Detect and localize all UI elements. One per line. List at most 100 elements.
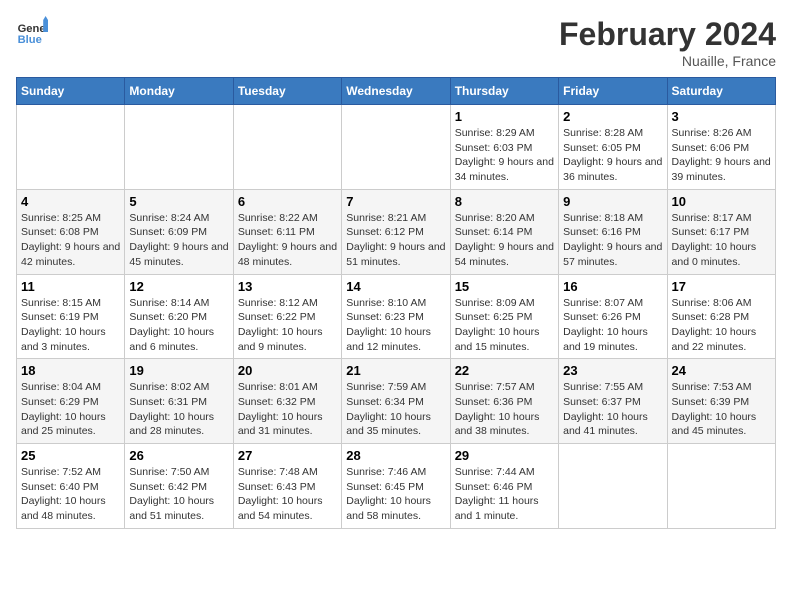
day-number: 10: [672, 194, 771, 209]
day-info: Sunrise: 8:20 AM Sunset: 6:14 PM Dayligh…: [455, 211, 554, 270]
day-info: Sunrise: 8:15 AM Sunset: 6:19 PM Dayligh…: [21, 296, 120, 355]
day-number: 29: [455, 448, 554, 463]
calendar-cell: 14Sunrise: 8:10 AM Sunset: 6:23 PM Dayli…: [342, 274, 450, 359]
page-header: General Blue February 2024 Nuaille, Fran…: [16, 16, 776, 69]
calendar-cell: 23 Sunrise: 7:55 AM Sunset: 6:37 PM Dayli…: [559, 359, 667, 444]
calendar-cell: 5Sunrise: 8:24 AM Sunset: 6:09 PM Daylig…: [125, 189, 233, 274]
calendar-cell: 12 Sunrise: 8:14 AM Sunset: 6:20 PM Dayli…: [125, 274, 233, 359]
day-info: Sunrise: 7:53 AM Sunset: 6:39 PM Dayligh…: [672, 380, 771, 439]
calendar-cell: 3 Sunrise: 8:26 AM Sunset: 6:06 PM Daylig…: [667, 105, 775, 190]
calendar-cell: 10 Sunrise: 8:17 AM Sunset: 6:17 PM Dayli…: [667, 189, 775, 274]
calendar-cell: 6 Sunrise: 8:22 AM Sunset: 6:11 PM Daylig…: [233, 189, 341, 274]
calendar-cell: [559, 444, 667, 529]
day-info: Sunrise: 7:48 AM Sunset: 6:43 PM Dayligh…: [238, 465, 337, 524]
col-header-sunday: Sunday: [17, 78, 125, 105]
day-info: Sunrise: 8:22 AM Sunset: 6:11 PM Dayligh…: [238, 211, 337, 270]
week-row-2: 4Sunrise: 8:25 AM Sunset: 6:08 PM Daylig…: [17, 189, 776, 274]
day-info: Sunrise: 7:46 AM Sunset: 6:45 PM Dayligh…: [346, 465, 445, 524]
calendar-cell: 25 Sunrise: 7:52 AM Sunset: 6:40 PM Dayli…: [17, 444, 125, 529]
calendar-cell: 20Sunrise: 8:01 AM Sunset: 6:32 PM Dayli…: [233, 359, 341, 444]
col-header-saturday: Saturday: [667, 78, 775, 105]
day-info: Sunrise: 7:50 AM Sunset: 6:42 PM Dayligh…: [129, 465, 228, 524]
day-number: 15: [455, 279, 554, 294]
calendar-cell: 4Sunrise: 8:25 AM Sunset: 6:08 PM Daylig…: [17, 189, 125, 274]
day-info: Sunrise: 8:02 AM Sunset: 6:31 PM Dayligh…: [129, 380, 228, 439]
calendar-cell: [17, 105, 125, 190]
logo-icon: General Blue: [16, 16, 48, 48]
col-header-tuesday: Tuesday: [233, 78, 341, 105]
day-number: 3: [672, 109, 771, 124]
logo: General Blue: [16, 16, 48, 48]
calendar-cell: [667, 444, 775, 529]
day-number: 2: [563, 109, 662, 124]
day-info: Sunrise: 8:21 AM Sunset: 6:12 PM Dayligh…: [346, 211, 445, 270]
calendar-cell: 28 Sunrise: 7:46 AM Sunset: 6:45 PM Dayli…: [342, 444, 450, 529]
day-info: Sunrise: 8:07 AM Sunset: 6:26 PM Dayligh…: [563, 296, 662, 355]
calendar-table: SundayMondayTuesdayWednesdayThursdayFrid…: [16, 77, 776, 529]
svg-text:Blue: Blue: [18, 34, 42, 46]
calendar-cell: 22 Sunrise: 7:57 AM Sunset: 6:36 PM Dayli…: [450, 359, 558, 444]
col-header-friday: Friday: [559, 78, 667, 105]
subtitle: Nuaille, France: [559, 53, 776, 69]
calendar-cell: 16 Sunrise: 8:07 AM Sunset: 6:26 PM Dayli…: [559, 274, 667, 359]
calendar-cell: 13Sunrise: 8:12 AM Sunset: 6:22 PM Dayli…: [233, 274, 341, 359]
calendar-cell: [342, 105, 450, 190]
day-info: Sunrise: 7:44 AM Sunset: 6:46 PM Dayligh…: [455, 465, 554, 524]
day-number: 25: [21, 448, 120, 463]
day-info: Sunrise: 8:09 AM Sunset: 6:25 PM Dayligh…: [455, 296, 554, 355]
week-row-5: 25 Sunrise: 7:52 AM Sunset: 6:40 PM Dayli…: [17, 444, 776, 529]
calendar-cell: 18Sunrise: 8:04 AM Sunset: 6:29 PM Dayli…: [17, 359, 125, 444]
day-number: 11: [21, 279, 120, 294]
day-info: Sunrise: 8:12 AM Sunset: 6:22 PM Dayligh…: [238, 296, 337, 355]
day-info: Sunrise: 8:06 AM Sunset: 6:28 PM Dayligh…: [672, 296, 771, 355]
calendar-cell: 2Sunrise: 8:28 AM Sunset: 6:05 PM Daylig…: [559, 105, 667, 190]
day-info: Sunrise: 8:26 AM Sunset: 6:06 PM Dayligh…: [672, 126, 771, 185]
day-info: Sunrise: 8:25 AM Sunset: 6:08 PM Dayligh…: [21, 211, 120, 270]
calendar-cell: 21 Sunrise: 7:59 AM Sunset: 6:34 PM Dayli…: [342, 359, 450, 444]
main-title: February 2024: [559, 16, 776, 53]
calendar-cell: 27 Sunrise: 7:48 AM Sunset: 6:43 PM Dayli…: [233, 444, 341, 529]
day-info: Sunrise: 7:52 AM Sunset: 6:40 PM Dayligh…: [21, 465, 120, 524]
day-number: 6: [238, 194, 337, 209]
calendar-cell: 8 Sunrise: 8:20 AM Sunset: 6:14 PM Daylig…: [450, 189, 558, 274]
calendar-cell: 24 Sunrise: 7:53 AM Sunset: 6:39 PM Dayli…: [667, 359, 775, 444]
day-info: Sunrise: 7:59 AM Sunset: 6:34 PM Dayligh…: [346, 380, 445, 439]
day-number: 19: [129, 363, 228, 378]
day-number: 12: [129, 279, 228, 294]
day-number: 21: [346, 363, 445, 378]
day-number: 5: [129, 194, 228, 209]
calendar-cell: 17Sunrise: 8:06 AM Sunset: 6:28 PM Dayli…: [667, 274, 775, 359]
day-number: 28: [346, 448, 445, 463]
day-number: 24: [672, 363, 771, 378]
day-info: Sunrise: 8:10 AM Sunset: 6:23 PM Dayligh…: [346, 296, 445, 355]
day-number: 18: [21, 363, 120, 378]
week-row-4: 18Sunrise: 8:04 AM Sunset: 6:29 PM Dayli…: [17, 359, 776, 444]
day-number: 26: [129, 448, 228, 463]
day-number: 27: [238, 448, 337, 463]
day-info: Sunrise: 7:57 AM Sunset: 6:36 PM Dayligh…: [455, 380, 554, 439]
day-info: Sunrise: 8:01 AM Sunset: 6:32 PM Dayligh…: [238, 380, 337, 439]
calendar-cell: 7 Sunrise: 8:21 AM Sunset: 6:12 PM Daylig…: [342, 189, 450, 274]
calendar-cell: 29 Sunrise: 7:44 AM Sunset: 6:46 PM Dayli…: [450, 444, 558, 529]
week-row-1: 1 Sunrise: 8:29 AM Sunset: 6:03 PM Daylig…: [17, 105, 776, 190]
day-number: 9: [563, 194, 662, 209]
day-number: 7: [346, 194, 445, 209]
calendar-cell: 19 Sunrise: 8:02 AM Sunset: 6:31 PM Dayli…: [125, 359, 233, 444]
calendar-cell: [233, 105, 341, 190]
day-number: 16: [563, 279, 662, 294]
day-number: 8: [455, 194, 554, 209]
day-number: 1: [455, 109, 554, 124]
col-header-thursday: Thursday: [450, 78, 558, 105]
title-area: February 2024 Nuaille, France: [559, 16, 776, 69]
day-info: Sunrise: 7:55 AM Sunset: 6:37 PM Dayligh…: [563, 380, 662, 439]
day-number: 23: [563, 363, 662, 378]
day-info: Sunrise: 8:18 AM Sunset: 6:16 PM Dayligh…: [563, 211, 662, 270]
day-info: Sunrise: 8:17 AM Sunset: 6:17 PM Dayligh…: [672, 211, 771, 270]
day-info: Sunrise: 8:29 AM Sunset: 6:03 PM Dayligh…: [455, 126, 554, 185]
day-number: 22: [455, 363, 554, 378]
calendar-cell: 9 Sunrise: 8:18 AM Sunset: 6:16 PM Daylig…: [559, 189, 667, 274]
calendar-cell: 26 Sunrise: 7:50 AM Sunset: 6:42 PM Dayli…: [125, 444, 233, 529]
day-info: Sunrise: 8:14 AM Sunset: 6:20 PM Dayligh…: [129, 296, 228, 355]
calendar-cell: 11 Sunrise: 8:15 AM Sunset: 6:19 PM Dayli…: [17, 274, 125, 359]
col-header-monday: Monday: [125, 78, 233, 105]
